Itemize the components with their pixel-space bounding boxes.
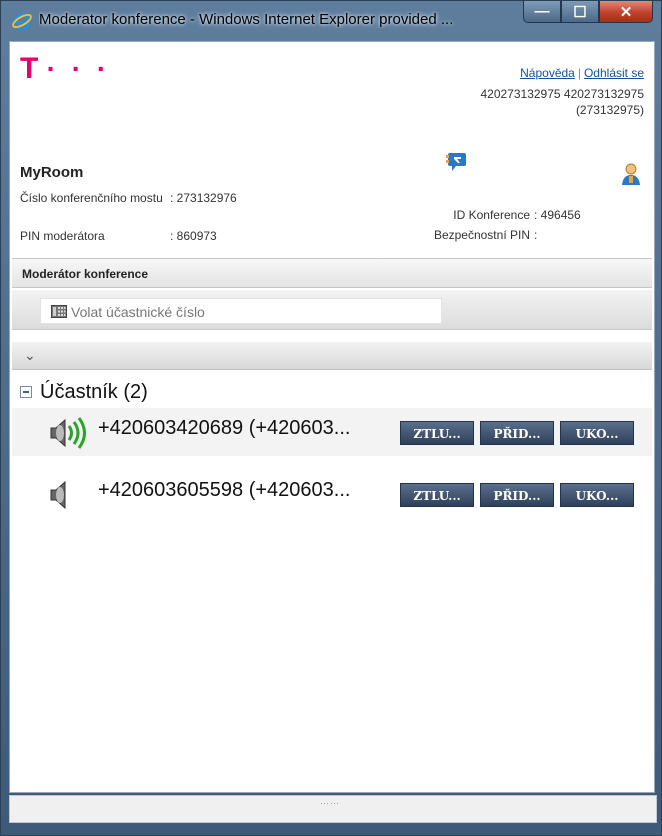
moderator-pin-label: PIN moderátora bbox=[20, 229, 105, 243]
add-button[interactable]: PŘID... bbox=[480, 421, 554, 445]
add-button[interactable]: PŘID... bbox=[480, 483, 554, 507]
user-profile-icon[interactable] bbox=[621, 163, 641, 185]
logout-link[interactable]: Odhlásit se bbox=[584, 66, 644, 80]
status-bar: ⋯⋯ bbox=[9, 795, 657, 823]
conference-id-value: : 496456 bbox=[534, 208, 581, 222]
logo-dots: · · · bbox=[46, 53, 111, 84]
bridge-number-label: Číslo konferenčního mostu bbox=[20, 191, 163, 205]
logo-t: T bbox=[20, 52, 39, 85]
security-pin-label: Bezpečnostní PIN bbox=[433, 228, 530, 242]
user-numbers: 420273132975 420273132975 bbox=[480, 87, 644, 101]
link-separator: | bbox=[577, 66, 581, 80]
collapse-bar[interactable]: ⌄ bbox=[12, 342, 652, 370]
room-name: MyRoom bbox=[20, 164, 84, 181]
conference-id-label: ID Konference bbox=[453, 208, 530, 222]
end-call-button[interactable]: UKO... bbox=[560, 421, 634, 445]
chat-icon[interactable] bbox=[446, 152, 468, 172]
help-link[interactable]: Nápověda bbox=[520, 66, 575, 80]
participant-row: +420603605598 (+420603... ZTLU... PŘID..… bbox=[12, 470, 652, 518]
participant-number: +420603420689 (+420603... bbox=[98, 417, 351, 439]
bridge-number-value: : 273132976 bbox=[170, 191, 237, 205]
collapse-group-icon[interactable] bbox=[20, 386, 32, 398]
participant-number: +420603605598 (+420603... bbox=[98, 479, 351, 501]
telekom-logo: T · · · bbox=[20, 54, 110, 84]
chevron-down-icon[interactable]: ⌄ bbox=[24, 347, 36, 364]
call-toolbar: Volat účastnické číslo bbox=[12, 290, 652, 330]
end-call-button[interactable]: UKO... bbox=[560, 483, 634, 507]
panel-title: Moderátor konference bbox=[12, 258, 652, 288]
call-participant-button[interactable]: Volat účastnické číslo bbox=[40, 298, 442, 324]
speaker-icon bbox=[50, 480, 66, 510]
call-participant-label: Volat účastnické číslo bbox=[71, 304, 205, 320]
mute-button[interactable]: ZTLU... bbox=[400, 483, 474, 507]
window-title: Moderator konference - Windows Internet … bbox=[39, 11, 454, 28]
speaker-active-icon bbox=[50, 417, 86, 449]
browser-window: Moderator konference - Windows Internet … bbox=[0, 0, 662, 836]
participants-group-label: Účastník (2) bbox=[40, 380, 148, 403]
participant-row: +420603420689 (+420603... ZTLU... PŘID..… bbox=[12, 408, 652, 456]
participants-group-header[interactable]: Účastník (2) bbox=[20, 378, 148, 406]
window-controls: — ☐ ✕ bbox=[523, 1, 653, 25]
minimize-button[interactable]: — bbox=[523, 1, 561, 23]
moderator-pin-value: : 860973 bbox=[170, 229, 217, 243]
resize-grip[interactable]: ⋯⋯ bbox=[320, 798, 340, 809]
phone-icon bbox=[51, 305, 67, 318]
security-pin-value: : bbox=[534, 228, 538, 242]
mute-button[interactable]: ZTLU... bbox=[400, 421, 474, 445]
page-content: T · · · Nápověda | Odhlásit se 42027313297… bbox=[9, 41, 655, 793]
maximize-button[interactable]: ☐ bbox=[561, 1, 599, 23]
user-info: 420273132975 420273132975 (273132975) bbox=[404, 86, 644, 118]
user-id: (273132975) bbox=[575, 103, 644, 117]
title-bar[interactable]: Moderator konference - Windows Internet … bbox=[1, 1, 661, 41]
internet-explorer-icon bbox=[12, 13, 32, 31]
top-links: Nápověda | Odhlásit se bbox=[520, 66, 644, 80]
close-button[interactable]: ✕ bbox=[599, 1, 653, 23]
